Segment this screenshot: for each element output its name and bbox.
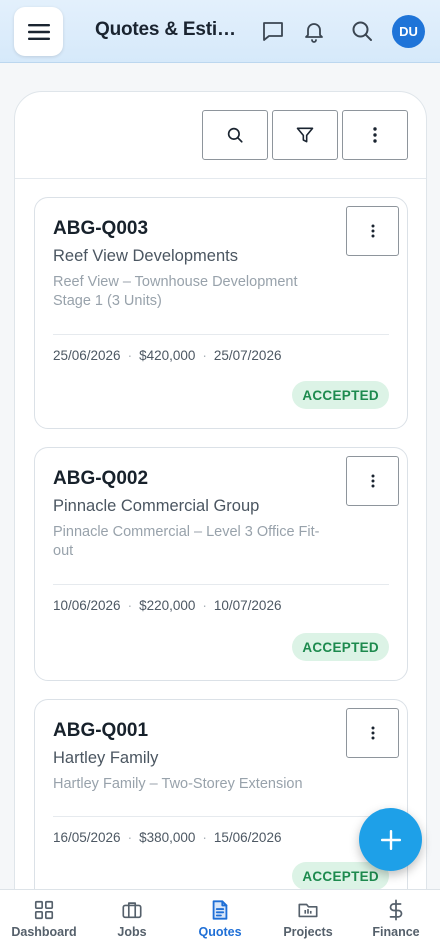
quote-meta: 16/05/2026 · $380,000 · 15/06/2026 [53, 830, 281, 845]
briefcase-icon [122, 902, 142, 919]
quote-client: Hartley Family [53, 749, 159, 767]
header-search-button[interactable] [349, 18, 375, 44]
meta-separator: · [127, 598, 133, 613]
app-header: Quotes & Estimates DU [0, 0, 440, 63]
chat-button[interactable] [260, 18, 286, 44]
quote-amount: $220,000 [139, 598, 196, 613]
card-divider [53, 816, 389, 817]
notifications-button[interactable] [301, 18, 327, 44]
plus-icon [380, 829, 401, 850]
quote-date: 25/06/2026 [53, 348, 121, 363]
quote-amount: $380,000 [139, 830, 196, 845]
quote-date: 10/06/2026 [53, 598, 121, 613]
quote-client: Reef View Developments [53, 247, 238, 265]
status-badge: ACCEPTED [292, 633, 389, 661]
quote-id: ABG-Q001 [53, 720, 149, 741]
meta-separator: · [202, 830, 207, 845]
menu-button[interactable] [14, 7, 63, 56]
hamburger-menu-icon [27, 23, 50, 40]
quote-valid-until: 15/06/2026 [213, 830, 282, 845]
dollar-icon [389, 899, 403, 921]
nav-label: Quotes [198, 925, 242, 939]
bottom-nav: Dashboard Jobs Quotes Projects Finance [0, 889, 440, 952]
page-title: Quotes & Estimates [95, 19, 250, 40]
quote-client: Pinnacle Commercial Group [53, 497, 260, 515]
more-vertical-icon [371, 726, 374, 740]
more-vertical-icon [371, 474, 374, 488]
meta-separator: · [127, 348, 133, 363]
list-toolbar [15, 92, 426, 179]
nav-item-dashboard[interactable]: Dashboard [0, 890, 88, 952]
chat-icon [263, 22, 283, 41]
quote-date: 16/05/2026 [53, 830, 121, 845]
more-vertical-icon [371, 224, 374, 238]
quote-card[interactable]: ABG-Q003 Reef View Developments Reef Vie… [34, 197, 408, 429]
card-divider [53, 334, 389, 335]
quote-menu-button[interactable] [346, 708, 399, 758]
avatar[interactable]: DU [392, 15, 425, 48]
folder-icon [298, 903, 318, 918]
nav-label: Dashboard [11, 925, 77, 939]
quote-menu-button[interactable] [346, 456, 399, 506]
quote-id: ABG-Q002 [53, 468, 149, 489]
quote-project: Pinnacle Commercial – Level 3 Office Fit… [53, 524, 320, 559]
search-icon [227, 127, 243, 143]
card-divider [53, 584, 389, 585]
more-vertical-icon [373, 127, 377, 143]
quote-menu-button[interactable] [346, 206, 399, 256]
status-badge: ACCEPTED [292, 381, 389, 409]
quote-meta: 10/06/2026 · $220,000 · 10/07/2026 [53, 598, 281, 613]
document-icon [212, 900, 228, 920]
nav-item-finance[interactable]: Finance [352, 890, 440, 952]
meta-separator: · [202, 348, 207, 363]
quote-project: Hartley Family – Two-Storey Extension [53, 776, 303, 792]
quote-project: Reef View – Townhouse Development Stage … [53, 274, 298, 309]
filter-icon [296, 127, 314, 143]
quote-card[interactable]: ABG-Q002 Pinnacle Commercial Group Pinna… [34, 447, 408, 681]
nav-item-jobs[interactable]: Jobs [88, 890, 176, 952]
quote-id: ABG-Q003 [53, 218, 149, 239]
meta-separator: · [127, 830, 133, 845]
filter-button[interactable] [272, 110, 338, 160]
nav-label: Finance [372, 925, 420, 939]
nav-item-quotes[interactable]: Quotes [176, 890, 264, 952]
search-icon [352, 21, 372, 41]
nav-label: Jobs [117, 925, 147, 939]
meta-separator: · [202, 598, 207, 613]
add-quote-button[interactable] [359, 808, 422, 871]
quote-meta: 25/06/2026 · $420,000 · 25/07/2026 [53, 348, 281, 363]
quote-valid-until: 10/07/2026 [213, 598, 282, 613]
more-options-button[interactable] [342, 110, 408, 160]
dashboard-icon [34, 900, 54, 920]
quote-amount: $420,000 [139, 348, 196, 363]
bell-icon [305, 23, 323, 43]
nav-label: Projects [283, 925, 333, 939]
quote-valid-until: 25/07/2026 [213, 348, 282, 363]
search-button[interactable] [202, 110, 268, 160]
nav-item-projects[interactable]: Projects [264, 890, 352, 952]
